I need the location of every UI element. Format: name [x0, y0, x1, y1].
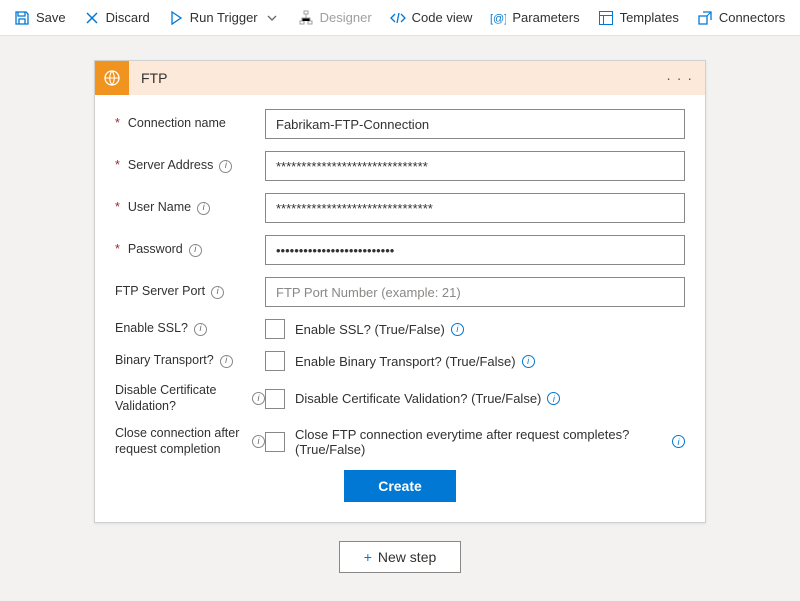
plus-icon: +: [364, 549, 372, 565]
info-icon[interactable]: i: [672, 435, 685, 448]
info-icon[interactable]: i: [451, 323, 464, 336]
new-step-label: New step: [378, 549, 436, 565]
enable-ssl-checkbox[interactable]: [265, 319, 285, 339]
discard-label: Discard: [106, 10, 150, 25]
designer-label: Designer: [320, 10, 372, 25]
new-step-button[interactable]: + New step: [339, 541, 462, 573]
run-trigger-button[interactable]: Run Trigger: [160, 6, 288, 30]
binary-transport-check-label: Enable Binary Transport? (True/False)i: [295, 354, 535, 369]
play-icon: [168, 10, 184, 26]
connection-name-label: *Connection name: [115, 116, 265, 132]
parameters-icon: [@]: [490, 10, 506, 26]
connectors-label: Connectors: [719, 10, 785, 25]
enable-ssl-check-label: Enable SSL? (True/False)i: [295, 322, 464, 337]
info-icon[interactable]: i: [522, 355, 535, 368]
toolbar: Save Discard Run Trigger Designer Code v…: [0, 0, 800, 36]
designer-canvas: FTP · · · *Connection name *Server Addre…: [0, 36, 800, 601]
templates-label: Templates: [620, 10, 679, 25]
designer-icon: [298, 10, 314, 26]
code-icon: [390, 10, 406, 26]
discard-button[interactable]: Discard: [76, 6, 158, 30]
info-icon[interactable]: i: [194, 323, 207, 336]
password-label: *Passwordi: [115, 242, 265, 258]
server-address-label: *Server Addressi: [115, 158, 265, 174]
code-view-button[interactable]: Code view: [382, 6, 481, 30]
connectors-button[interactable]: Connectors: [689, 6, 793, 30]
parameters-button[interactable]: [@] Parameters: [482, 6, 587, 30]
enable-ssl-label: Enable SSL?i: [115, 321, 265, 337]
info-icon[interactable]: i: [211, 286, 224, 299]
templates-button[interactable]: Templates: [590, 6, 687, 30]
save-icon: [14, 10, 30, 26]
parameters-label: Parameters: [512, 10, 579, 25]
close-conn-label: Close connection after request completio…: [115, 426, 265, 457]
connection-name-input[interactable]: [265, 109, 685, 139]
run-trigger-label: Run Trigger: [190, 10, 258, 25]
user-name-label: *User Namei: [115, 200, 265, 216]
save-button[interactable]: Save: [6, 6, 74, 30]
ftp-connector-card: FTP · · · *Connection name *Server Addre…: [94, 60, 706, 523]
close-conn-checkbox[interactable]: [265, 432, 285, 452]
server-address-input[interactable]: [265, 151, 685, 181]
chevron-down-icon: [264, 10, 280, 26]
user-name-input[interactable]: [265, 193, 685, 223]
ftp-connector-icon: [95, 61, 129, 95]
card-header[interactable]: FTP · · ·: [95, 61, 705, 95]
info-icon[interactable]: i: [197, 202, 210, 215]
info-icon[interactable]: i: [220, 355, 233, 368]
info-icon[interactable]: i: [219, 160, 232, 173]
card-body: *Connection name *Server Addressi *User …: [95, 95, 705, 522]
templates-icon: [598, 10, 614, 26]
password-input[interactable]: [265, 235, 685, 265]
connectors-icon: [697, 10, 713, 26]
svg-text:[@]: [@]: [490, 13, 506, 25]
close-conn-check-label: Close FTP connection everytime after req…: [295, 427, 685, 457]
disable-cert-check-label: Disable Certificate Validation? (True/Fa…: [295, 391, 560, 406]
designer-button: Designer: [290, 6, 380, 30]
disable-cert-checkbox[interactable]: [265, 389, 285, 409]
create-button[interactable]: Create: [344, 470, 456, 502]
info-icon[interactable]: i: [252, 435, 265, 448]
info-icon[interactable]: i: [547, 392, 560, 405]
binary-transport-label: Binary Transport?i: [115, 353, 265, 369]
disable-cert-label: Disable Certificate Validation?i: [115, 383, 265, 414]
card-title: FTP: [129, 70, 654, 86]
ftp-port-input[interactable]: [265, 277, 685, 307]
card-menu-button[interactable]: · · ·: [654, 70, 705, 86]
binary-transport-checkbox[interactable]: [265, 351, 285, 371]
info-icon[interactable]: i: [189, 244, 202, 257]
save-label: Save: [36, 10, 66, 25]
code-view-label: Code view: [412, 10, 473, 25]
ftp-port-label: FTP Server Porti: [115, 284, 265, 300]
discard-icon: [84, 10, 100, 26]
info-icon[interactable]: i: [252, 392, 265, 405]
